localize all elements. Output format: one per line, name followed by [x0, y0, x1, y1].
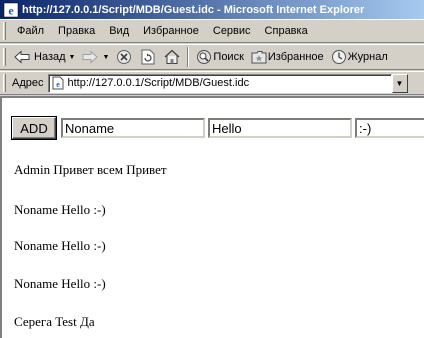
home-button[interactable]	[160, 46, 184, 68]
search-button-label: Поиск	[213, 51, 244, 63]
page-icon: e	[51, 76, 65, 90]
title-bar[interactable]: e http://127.0.0.1/Script/MDB/Guest.idc …	[0, 0, 424, 19]
back-button[interactable]: Назад ▼	[10, 46, 78, 68]
address-dropdown-button[interactable]: ▼	[391, 73, 408, 93]
back-dropdown-icon[interactable]: ▼	[69, 54, 76, 61]
menu-favorites[interactable]: Избранное	[136, 25, 206, 37]
menu-help[interactable]: Справка	[258, 25, 315, 37]
address-input[interactable]: e http://127.0.0.1/Script/MDB/Guest.idc	[47, 73, 392, 93]
address-url: http://127.0.0.1/Script/MDB/Guest.idc	[67, 77, 250, 89]
history-button[interactable]: Журнал	[327, 46, 391, 68]
stop-button[interactable]	[112, 46, 136, 68]
menu-bar-grip[interactable]	[3, 22, 6, 40]
back-button-label: Назад	[34, 51, 66, 63]
favorites-folder-icon	[250, 48, 268, 66]
address-bar-grip[interactable]	[3, 74, 6, 92]
message-input[interactable]: :-)	[355, 118, 424, 138]
guestbook-entry: Noname Hello :-)	[14, 276, 106, 291]
guestbook-entry: Admin Привет всем Привет	[14, 162, 167, 177]
address-label: Адрес	[12, 77, 44, 89]
forward-dropdown-icon[interactable]: ▼	[102, 54, 109, 61]
svg-text:e: e	[8, 3, 14, 17]
search-icon	[195, 48, 213, 66]
menu-tools[interactable]: Сервис	[206, 25, 258, 37]
window-title: http://127.0.0.1/Script/MDB/Guest.idc - …	[22, 3, 365, 16]
refresh-button[interactable]	[136, 46, 160, 68]
name-input[interactable]: Noname	[61, 118, 205, 138]
chevron-down-icon: ▼	[395, 78, 404, 88]
history-button-label: Журнал	[347, 51, 388, 63]
standard-toolbar: Назад ▼ ▼ Поиск Избранное Журнал	[0, 44, 424, 70]
address-bar: Адрес e http://127.0.0.1/Script/MDB/Gues…	[0, 71, 424, 95]
svg-text:e: e	[56, 80, 60, 89]
guestbook-entry: Noname Hello :-)	[14, 238, 106, 253]
guestbook-entry: Серега Test Да	[14, 314, 95, 329]
guestbook-form: ADD Noname Hello :-)	[12, 116, 424, 140]
forward-arrow-icon	[81, 48, 99, 66]
subject-input[interactable]: Hello	[208, 118, 352, 138]
home-icon	[163, 48, 181, 66]
menu-edit[interactable]: Правка	[51, 25, 102, 37]
guestbook-entry: Noname Hello :-)	[14, 202, 106, 217]
add-button[interactable]: ADD	[12, 117, 56, 139]
favorites-button-label: Избранное	[267, 51, 324, 63]
forward-button[interactable]: ▼	[78, 46, 112, 68]
page-content: ADD Noname Hello :-) Admin Привет всем П…	[0, 96, 424, 338]
refresh-icon	[139, 48, 157, 66]
menu-bar: Файл Правка Вид Избранное Сервис Справка	[0, 19, 424, 43]
toolbar-separator	[187, 47, 190, 67]
menu-view[interactable]: Вид	[102, 25, 136, 37]
favorites-button[interactable]: Избранное	[247, 46, 327, 68]
history-clock-icon	[330, 48, 348, 66]
back-arrow-icon	[13, 48, 31, 66]
search-button[interactable]: Поиск	[192, 46, 246, 68]
internet-explorer-icon: e	[3, 2, 19, 18]
toolbar-grip[interactable]	[3, 48, 6, 66]
stop-icon	[115, 48, 133, 66]
menu-file[interactable]: Файл	[10, 25, 51, 37]
